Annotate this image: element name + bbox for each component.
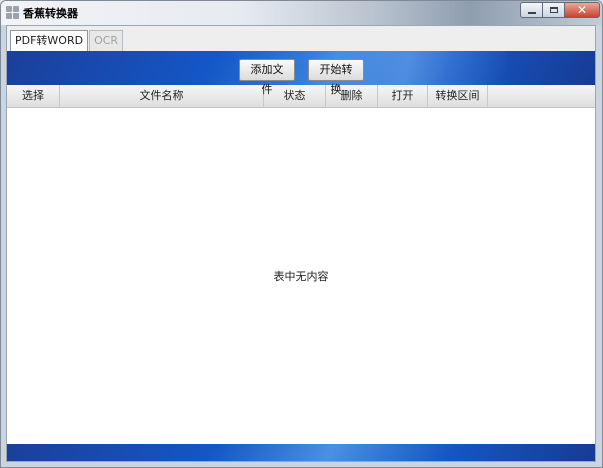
close-icon: ✕: [576, 3, 588, 17]
add-file-button[interactable]: 添加文件: [239, 59, 295, 96]
column-header-range[interactable]: 转换区间: [428, 85, 488, 107]
column-header-filler: [488, 85, 595, 107]
tab-pdf-to-word[interactable]: PDF转WORD: [10, 30, 89, 51]
close-button[interactable]: ✕: [564, 2, 600, 18]
toolbar-banner: 添加文件 开始转换: [7, 51, 595, 96]
file-table-body[interactable]: 表中无内容: [7, 108, 595, 444]
footer-banner: [7, 444, 595, 461]
empty-table-message: 表中无内容: [273, 270, 329, 283]
app-window: 香蕉转换器 ✕ PDF转WORD OCR 添加文件 开始转换 选择 文件名称 状…: [0, 0, 603, 468]
minimize-button[interactable]: [520, 2, 543, 18]
maximize-button[interactable]: [542, 2, 565, 18]
window-title: 香蕉转换器: [23, 7, 78, 20]
minimize-icon: [527, 12, 536, 14]
column-header-filename[interactable]: 文件名称: [60, 85, 264, 107]
column-header-open[interactable]: 打开: [378, 85, 428, 107]
maximize-icon: [549, 7, 558, 13]
title-bar[interactable]: 香蕉转换器 ✕: [1, 1, 602, 25]
start-convert-button[interactable]: 开始转换: [308, 59, 364, 96]
column-header-status[interactable]: 状态: [264, 85, 326, 107]
main-panel: PDF转WORD OCR 添加文件 开始转换 选择 文件名称 状态 删除 打开 …: [6, 25, 596, 462]
tab-bar: PDF转WORD OCR: [10, 30, 124, 52]
tab-ocr[interactable]: OCR: [89, 30, 124, 51]
table-header: 选择 文件名称 状态 删除 打开 转换区间: [7, 85, 595, 108]
column-header-select[interactable]: 选择: [7, 85, 60, 107]
app-icon: [6, 6, 19, 19]
